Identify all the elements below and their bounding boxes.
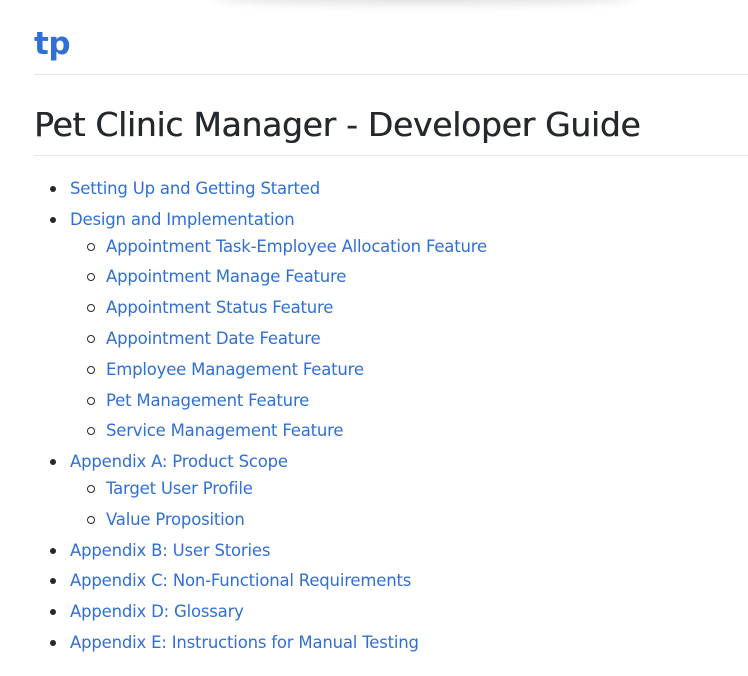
- toc-link-task-allocation[interactable]: Appointment Task-Employee Allocation Fea…: [106, 237, 487, 256]
- toc-subitem: Appointment Task-Employee Allocation Fea…: [70, 232, 487, 263]
- toc-link-appointment-status[interactable]: Appointment Status Feature: [106, 298, 333, 317]
- toc-link-setting-up[interactable]: Setting Up and Getting Started: [70, 179, 320, 198]
- toc-link-service-management[interactable]: Service Management Feature: [106, 421, 344, 440]
- toc-item: Design and Implementation Appointment Ta…: [34, 205, 487, 447]
- page: tp Pet Clinic Manager - Developer Guide …: [0, 0, 748, 676]
- toc-item: Appendix E: Instructions for Manual Test…: [34, 628, 487, 659]
- toc-link-design-and-implementation[interactable]: Design and Implementation: [70, 210, 295, 229]
- toc-subitem: Value Proposition: [70, 505, 487, 536]
- toc-link-target-user-profile[interactable]: Target User Profile: [106, 479, 253, 498]
- toc-link-appendix-e[interactable]: Appendix E: Instructions for Manual Test…: [70, 633, 419, 652]
- toc-link-appointment-manage[interactable]: Appointment Manage Feature: [106, 267, 346, 286]
- toc-link-employee-management[interactable]: Employee Management Feature: [106, 360, 364, 379]
- toc-item: Appendix B: User Stories: [34, 536, 487, 567]
- toc-subitem: Service Management Feature: [70, 416, 487, 447]
- toc-subitem: Appointment Date Feature: [70, 324, 487, 355]
- toc-link-appointment-date[interactable]: Appointment Date Feature: [106, 329, 321, 348]
- toc-link-value-proposition[interactable]: Value Proposition: [106, 510, 245, 529]
- toc-link-appendix-a[interactable]: Appendix A: Product Scope: [70, 452, 288, 471]
- toc-link-pet-management[interactable]: Pet Management Feature: [106, 391, 309, 410]
- toc-subitem: Employee Management Feature: [70, 355, 487, 386]
- toc-sublist-appendix-a: Target User Profile Value Proposition: [70, 474, 487, 536]
- toc-link-appendix-d[interactable]: Appendix D: Glossary: [70, 602, 244, 621]
- toc-subitem: Appointment Manage Feature: [70, 262, 487, 293]
- toc-item: Appendix A: Product Scope Target User Pr…: [34, 447, 487, 535]
- toc-item: Appendix C: Non-Functional Requirements: [34, 566, 487, 597]
- toc-item: Setting Up and Getting Started: [34, 174, 487, 205]
- toc-link-appendix-b[interactable]: Appendix B: User Stories: [70, 541, 270, 560]
- toc-subitem: Target User Profile: [70, 474, 487, 505]
- page-title-container: Pet Clinic Manager - Developer Guide: [34, 100, 748, 156]
- toc-link-appendix-c[interactable]: Appendix C: Non-Functional Requirements: [70, 571, 411, 590]
- site-header: tp: [34, 22, 748, 75]
- site-title-link[interactable]: tp: [34, 22, 71, 66]
- table-of-contents: Setting Up and Getting Started Design an…: [34, 174, 487, 659]
- toc-subitem: Appointment Status Feature: [70, 293, 487, 324]
- toc-item: Appendix D: Glossary: [34, 597, 487, 628]
- page-title: Pet Clinic Manager - Developer Guide: [34, 105, 641, 144]
- toc-sublist-design: Appointment Task-Employee Allocation Fea…: [70, 232, 487, 448]
- toc-subitem: Pet Management Feature: [70, 386, 487, 417]
